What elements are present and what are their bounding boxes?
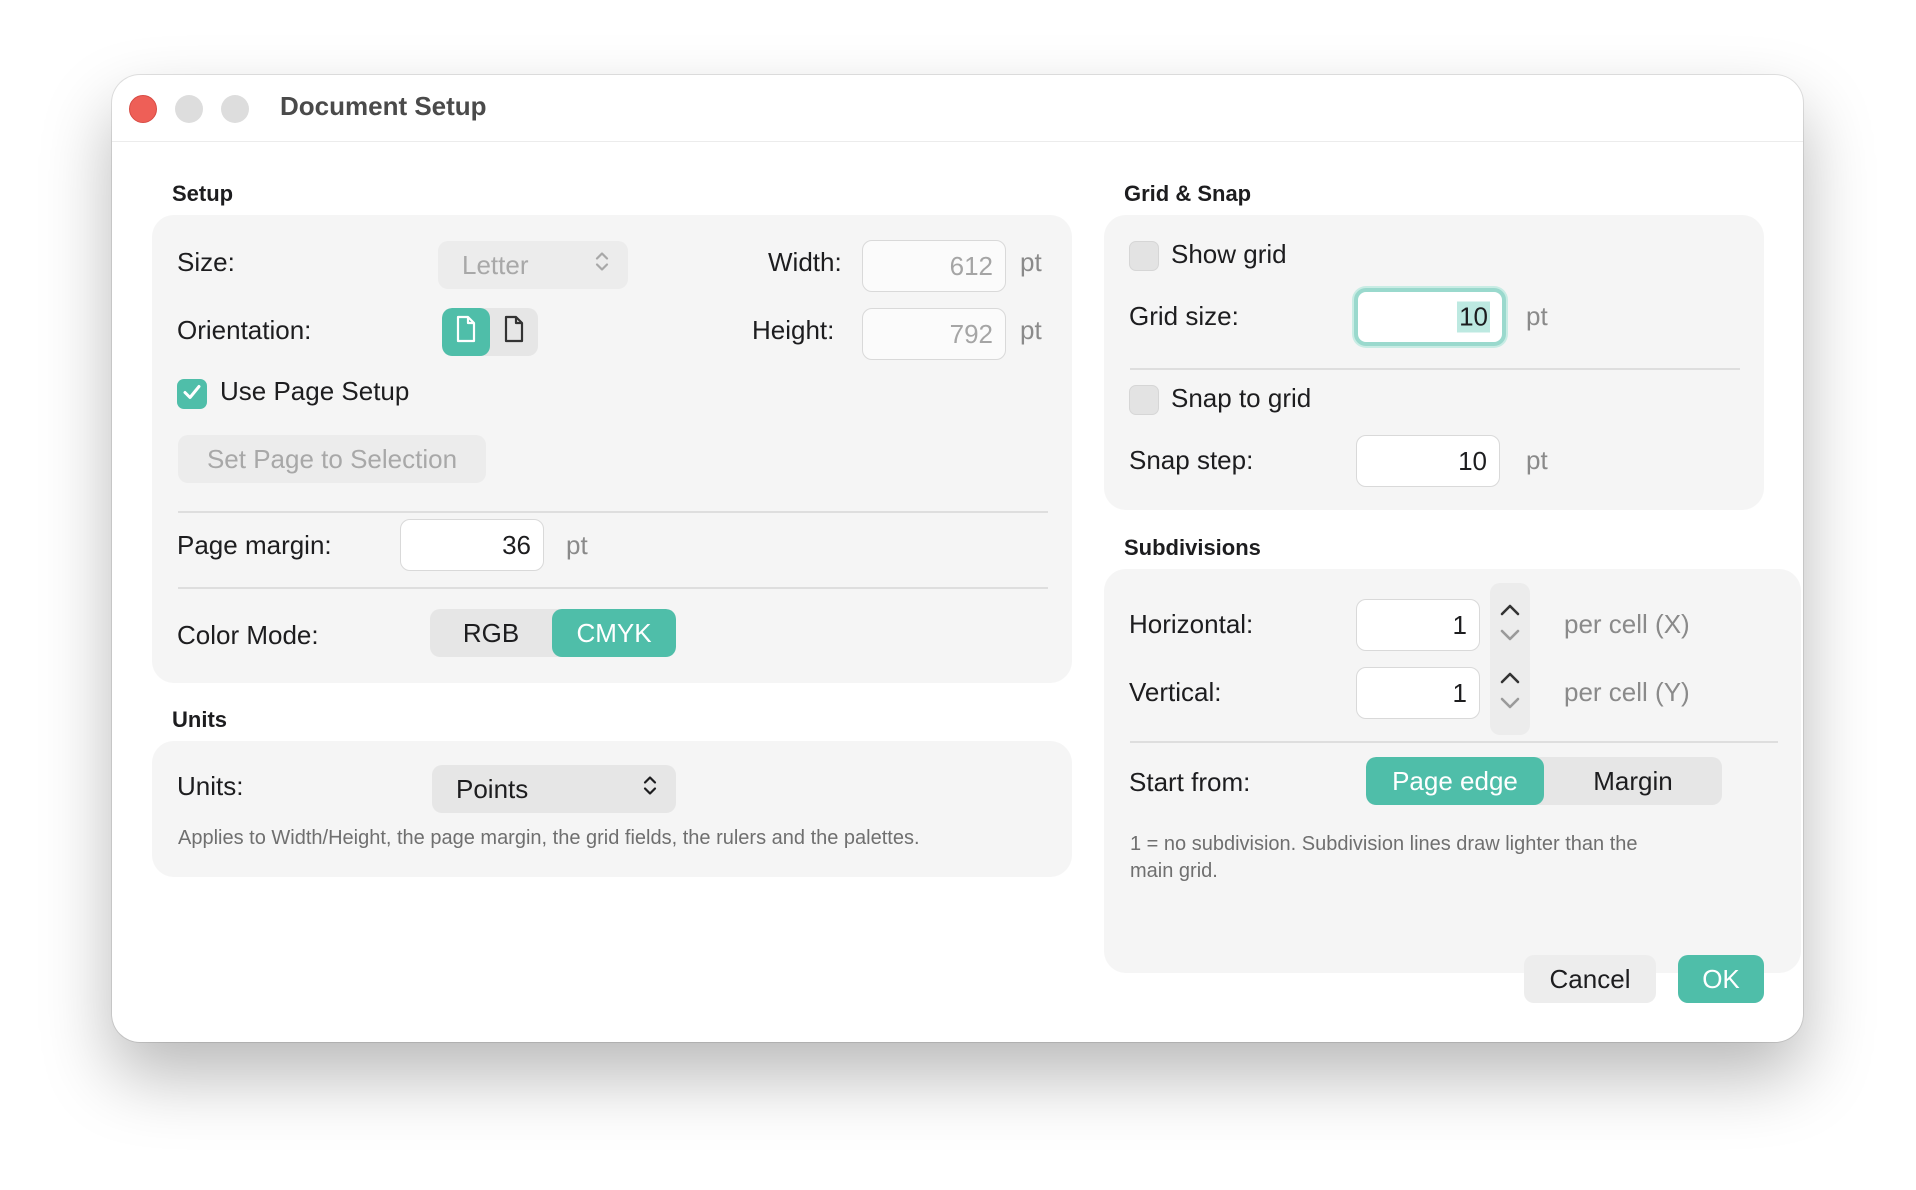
page-margin-unit: pt	[566, 530, 588, 560]
cancel-button[interactable]: Cancel	[1524, 955, 1656, 1003]
snap-step-unit: pt	[1526, 445, 1548, 475]
start-from-page-edge[interactable]: Page edge	[1366, 757, 1544, 805]
orientation-segmented-control	[442, 308, 538, 356]
show-grid-checkbox[interactable]	[1129, 241, 1159, 271]
vertical-unit: per cell (Y)	[1564, 677, 1690, 707]
width-field[interactable]: 612	[862, 240, 1006, 292]
title-bar: Document Setup	[112, 75, 1803, 142]
color-mode-segmented-control: RGB CMYK	[430, 609, 676, 657]
document-setup-window: Document Setup Setup Size: Letter Width:…	[112, 75, 1803, 1042]
units-panel: Units: Points Applies to Width/Height, t…	[152, 741, 1072, 877]
grid-size-label: Grid size:	[1129, 301, 1239, 331]
checkmark-icon	[181, 381, 203, 408]
set-page-to-selection-button[interactable]: Set Page to Selection	[178, 435, 486, 483]
subdivisions-help-line1: 1 = no subdivision. Subdivision lines dr…	[1130, 833, 1638, 855]
page-margin-label: Page margin:	[177, 530, 332, 560]
orientation-label: Orientation:	[177, 315, 312, 345]
chevron-updown-icon	[594, 250, 610, 281]
subdivisions-panel: Horizontal: 1 per cell (X) Vertical: 1 p…	[1104, 569, 1801, 973]
size-value: Letter	[462, 249, 529, 280]
vertical-field[interactable]: 1	[1356, 667, 1480, 719]
minimize-window-button[interactable]	[175, 95, 203, 123]
chevron-down-icon[interactable]	[1496, 693, 1524, 718]
orientation-landscape-button[interactable]	[490, 308, 538, 356]
setup-section-title: Setup	[172, 181, 234, 206]
grid-size-unit: pt	[1526, 301, 1548, 331]
portrait-icon	[455, 315, 477, 350]
vertical-label: Vertical:	[1129, 677, 1222, 707]
height-unit: pt	[1020, 315, 1042, 345]
units-value: Points	[456, 773, 529, 804]
start-from-margin[interactable]: Margin	[1544, 757, 1722, 805]
page-margin-field[interactable]: 36	[400, 519, 544, 571]
chevron-updown-icon	[642, 774, 658, 805]
orientation-portrait-button[interactable]	[442, 308, 490, 356]
width-unit: pt	[1020, 247, 1042, 277]
subdivisions-divider	[1130, 741, 1778, 743]
color-mode-cmyk[interactable]: CMYK	[552, 609, 676, 657]
use-page-setup-label: Use Page Setup	[220, 376, 410, 406]
units-label: Units:	[177, 771, 244, 801]
units-section-title: Units	[172, 707, 227, 732]
start-from-label: Start from:	[1129, 767, 1251, 797]
snap-to-grid-checkbox[interactable]	[1129, 385, 1159, 415]
setup-divider-1	[178, 511, 1048, 513]
grid-size-field[interactable]: 10	[1354, 288, 1506, 346]
close-window-button[interactable]	[129, 95, 157, 123]
height-field[interactable]: 792	[862, 308, 1006, 360]
vertical-stepper[interactable]	[1490, 651, 1530, 735]
snap-to-grid-label: Snap to grid	[1171, 383, 1312, 413]
size-label: Size:	[177, 247, 235, 277]
chevron-up-icon[interactable]	[1496, 600, 1524, 625]
show-grid-label: Show grid	[1171, 239, 1287, 269]
chevron-down-icon[interactable]	[1496, 625, 1524, 650]
size-popup[interactable]: Letter	[438, 241, 628, 289]
color-mode-rgb[interactable]: RGB	[430, 609, 552, 657]
snap-step-label: Snap step:	[1129, 445, 1254, 475]
units-popup[interactable]: Points	[432, 765, 676, 813]
chevron-up-icon[interactable]	[1496, 668, 1524, 693]
grid-divider	[1130, 368, 1740, 370]
horizontal-field[interactable]: 1	[1356, 599, 1480, 651]
grid-size-value: 10	[1457, 301, 1490, 333]
grid-snap-panel: Show grid Grid size: 10 pt Snap to grid …	[1104, 215, 1764, 510]
landscape-icon	[503, 315, 525, 350]
setup-divider-2	[178, 587, 1048, 589]
start-from-segmented-control: Page edge Margin	[1366, 757, 1722, 805]
use-page-setup-checkbox[interactable]	[177, 379, 207, 409]
units-help-text: Applies to Width/Height, the page margin…	[178, 827, 920, 849]
subdivisions-section-title: Subdivisions	[1124, 535, 1261, 560]
width-label: Width:	[768, 247, 842, 277]
color-mode-label: Color Mode:	[177, 620, 319, 650]
window-title: Document Setup	[280, 91, 487, 121]
snap-step-field[interactable]: 10	[1356, 435, 1500, 487]
ok-button[interactable]: OK	[1678, 955, 1764, 1003]
subdivisions-help-line2: main grid.	[1130, 860, 1218, 882]
height-label: Height:	[752, 315, 835, 345]
grid-snap-section-title: Grid & Snap	[1124, 181, 1252, 206]
zoom-window-button[interactable]	[221, 95, 249, 123]
horizontal-unit: per cell (X)	[1564, 609, 1690, 639]
horizontal-label: Horizontal:	[1129, 609, 1254, 639]
